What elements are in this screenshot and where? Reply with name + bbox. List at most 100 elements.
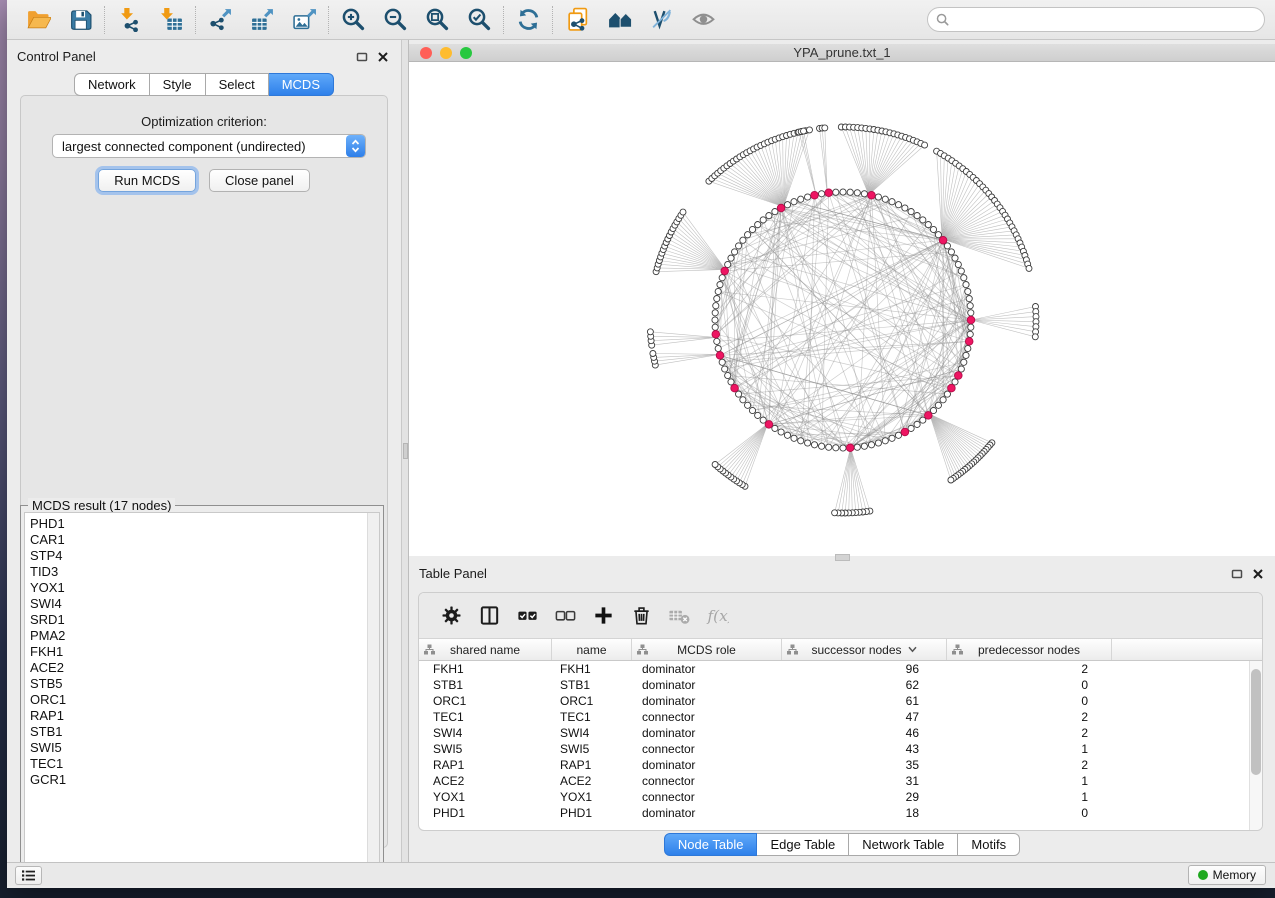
graph-node[interactable] (833, 189, 839, 195)
graph-node[interactable] (952, 255, 958, 261)
graph-node[interactable] (963, 282, 969, 288)
graph-node[interactable] (719, 359, 725, 365)
zoom-selected-icon[interactable] (458, 5, 500, 35)
graph-node[interactable] (840, 445, 846, 451)
graph-node[interactable] (908, 209, 914, 215)
unselect-all-icon[interactable] (546, 603, 584, 629)
tab-network-table[interactable]: Network Table (849, 833, 958, 856)
graph-node[interactable] (811, 442, 817, 448)
graph-node[interactable] (740, 237, 746, 243)
cell-shared-name[interactable]: YOX1 (419, 790, 552, 804)
tab-select[interactable]: Select (206, 73, 269, 96)
cell-shared-name[interactable]: RAP1 (419, 758, 552, 772)
graph-node[interactable] (948, 249, 954, 255)
table-row[interactable]: RAP1RAP1dominator352 (419, 757, 1262, 773)
cell-predecessor-nodes[interactable]: 0 (947, 806, 1112, 820)
cell-name[interactable]: SWI5 (552, 742, 632, 756)
cell-MCDS-role[interactable]: dominator (632, 806, 782, 820)
mcds-hub-node[interactable] (777, 204, 785, 212)
graphics-details-icon[interactable] (640, 5, 682, 35)
cell-predecessor-nodes[interactable]: 2 (947, 726, 1112, 740)
mcds-result-node[interactable]: TEC1 (30, 756, 367, 772)
export-table-icon[interactable] (241, 5, 283, 35)
mcds-result-node[interactable]: SWI5 (30, 740, 367, 756)
graph-node[interactable] (935, 402, 941, 408)
cell-MCDS-role[interactable]: dominator (632, 726, 782, 740)
graph-node[interactable] (805, 440, 811, 446)
mcds-result-node[interactable]: SRD1 (30, 612, 367, 628)
gear-icon[interactable] (432, 603, 470, 629)
graph-node[interactable] (961, 275, 967, 281)
graph-node[interactable] (958, 366, 964, 372)
select-all-icon[interactable] (508, 603, 546, 629)
graph-node[interactable] (791, 435, 797, 441)
mcds-hub-node[interactable] (825, 189, 833, 197)
cell-shared-name[interactable]: SWI5 (419, 742, 552, 756)
graph-node[interactable] (967, 331, 973, 337)
graph-node[interactable] (930, 226, 936, 232)
cell-MCDS-role[interactable]: dominator (632, 662, 782, 676)
mcds-result-node[interactable]: GCR1 (30, 772, 367, 788)
close-panel-button[interactable]: Close panel (209, 169, 310, 192)
graph-node[interactable] (965, 288, 971, 294)
mcds-result-node[interactable]: STB1 (30, 724, 367, 740)
cell-shared-name[interactable]: FKH1 (419, 662, 552, 676)
graph-node[interactable] (958, 268, 964, 274)
cell-name[interactable]: YOX1 (552, 790, 632, 804)
memory-button[interactable]: Memory (1188, 865, 1266, 885)
mcds-hub-node[interactable] (925, 412, 933, 420)
graph-node[interactable] (914, 421, 920, 427)
tab-node-table[interactable]: Node Table (664, 833, 758, 856)
column-header-MCDS-role[interactable]: MCDS role (632, 639, 782, 660)
graph-node[interactable] (889, 435, 895, 441)
column-header-predecessor-nodes[interactable]: predecessor nodes (947, 639, 1112, 660)
graph-node[interactable] (902, 205, 908, 211)
graph-node[interactable] (728, 379, 734, 385)
share-document-icon[interactable] (556, 5, 598, 35)
graph-node[interactable] (920, 217, 926, 223)
tab-network[interactable]: Network (74, 73, 150, 96)
graph-node[interactable] (755, 222, 761, 228)
graph-node[interactable] (715, 288, 721, 294)
graph-node[interactable] (713, 303, 719, 309)
table-row[interactable]: PHD1PHD1dominator180 (419, 805, 1262, 821)
cell-MCDS-role[interactable]: connector (632, 790, 782, 804)
graph-node[interactable] (712, 462, 718, 468)
graph-node[interactable] (955, 261, 961, 267)
graph-node[interactable] (772, 209, 778, 215)
cell-name[interactable]: SWI4 (552, 726, 632, 740)
graph-node[interactable] (968, 324, 974, 330)
graph-node[interactable] (680, 209, 686, 215)
graph-node[interactable] (882, 438, 888, 444)
cell-predecessor-nodes[interactable]: 1 (947, 790, 1112, 804)
export-image-icon[interactable] (283, 5, 325, 35)
table-row[interactable]: STB1STB1dominator620 (419, 677, 1262, 693)
graph-node[interactable] (749, 407, 755, 413)
graph-node[interactable] (722, 366, 728, 372)
mcds-result-node[interactable]: ORC1 (30, 692, 367, 708)
graph-node[interactable] (819, 191, 825, 197)
cell-shared-name[interactable]: STB1 (419, 678, 552, 692)
cell-successor-nodes[interactable]: 96 (782, 662, 947, 676)
split-panes-icon[interactable] (470, 603, 508, 629)
zoom-out-icon[interactable] (374, 5, 416, 35)
graph-node[interactable] (854, 444, 860, 450)
mcds-result-node[interactable]: RAP1 (30, 708, 367, 724)
mcds-hub-node[interactable] (712, 331, 720, 339)
mcds-hub-node[interactable] (868, 191, 876, 199)
cell-name[interactable]: STB1 (552, 678, 632, 692)
close-panel-icon[interactable] (1252, 568, 1264, 580)
graph-node[interactable] (784, 432, 790, 438)
delete-column-icon[interactable] (622, 603, 660, 629)
graph-node[interactable] (1032, 334, 1038, 340)
table-row[interactable]: SWI4SWI4dominator462 (419, 725, 1262, 741)
graph-node[interactable] (832, 510, 838, 516)
vertical-splitter[interactable] (401, 40, 409, 862)
graph-node[interactable] (922, 142, 928, 148)
export-network-icon[interactable] (199, 5, 241, 35)
graph-node[interactable] (766, 213, 772, 219)
graph-node[interactable] (914, 213, 920, 219)
mcds-result-node[interactable]: YOX1 (30, 580, 367, 596)
graph-node[interactable] (895, 202, 901, 208)
graph-node[interactable] (961, 359, 967, 365)
